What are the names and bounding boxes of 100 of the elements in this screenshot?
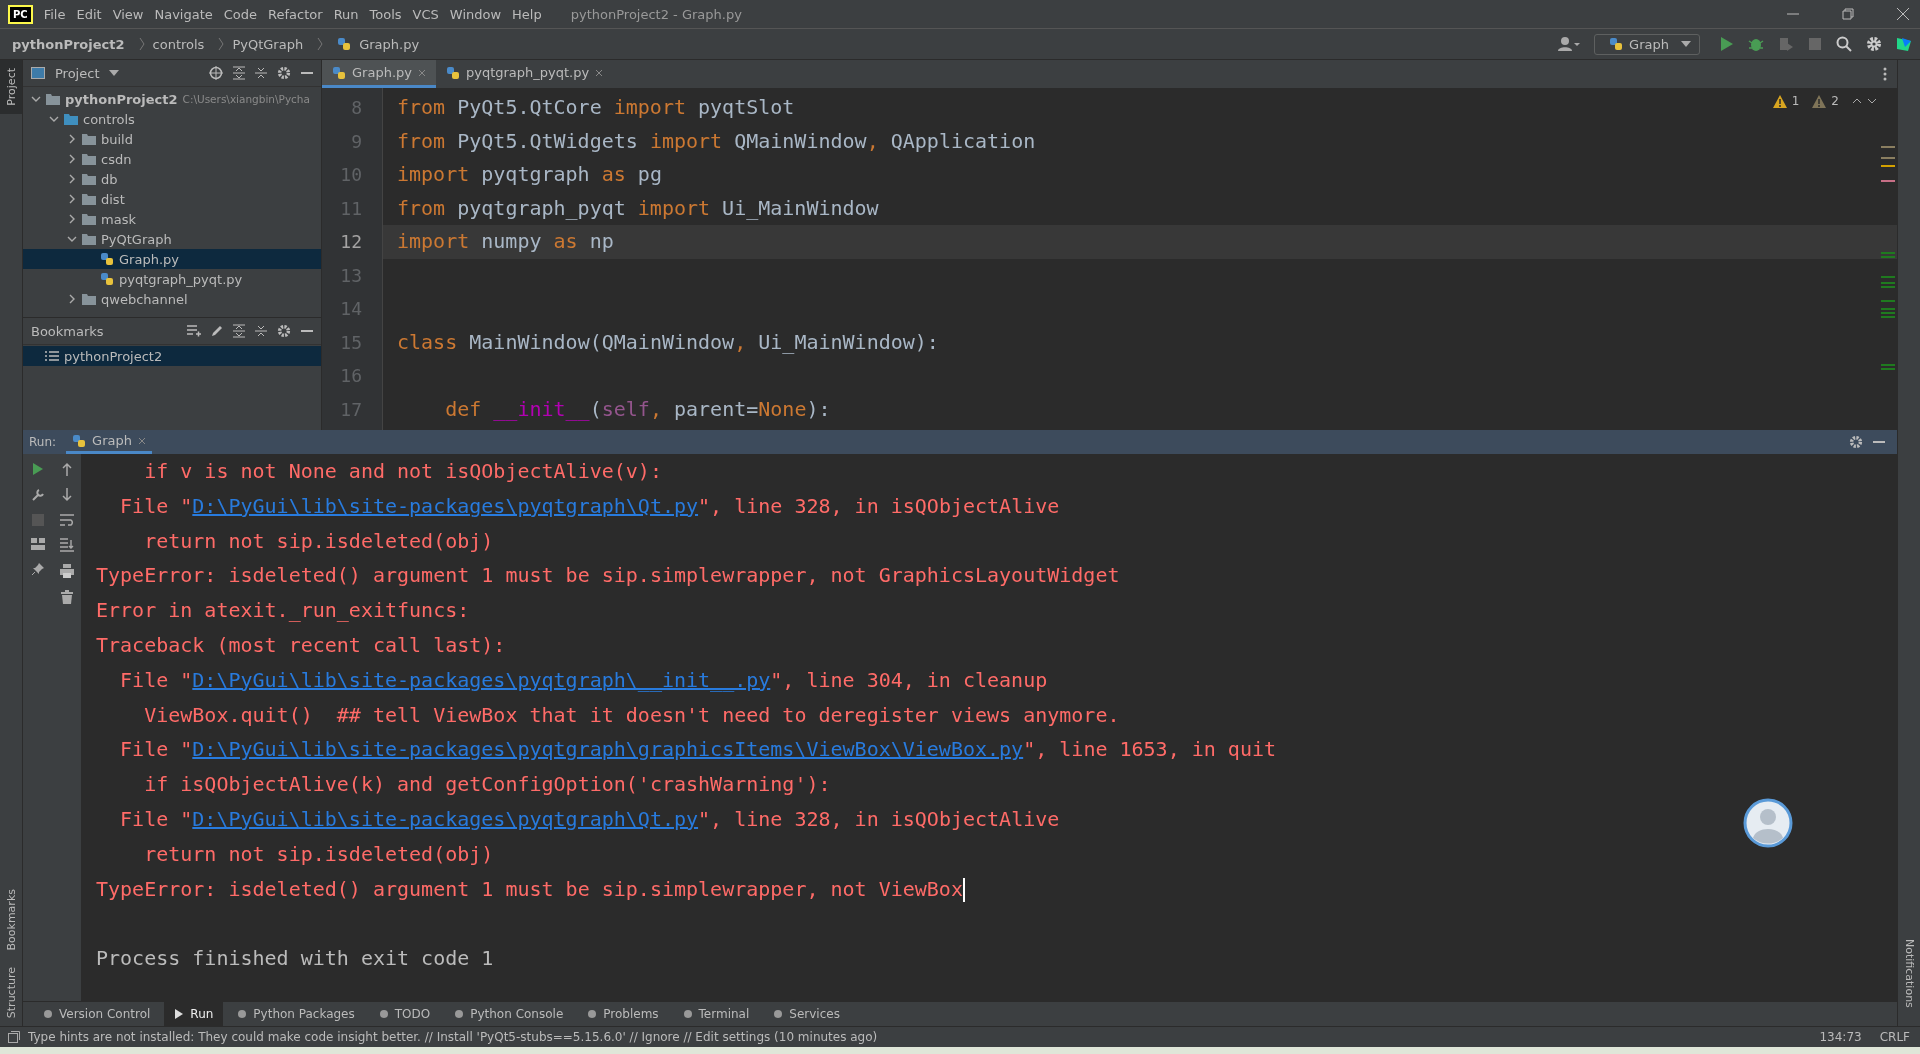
chevron-icon[interactable] [67, 234, 77, 244]
warning-icon[interactable] [1772, 94, 1787, 108]
status-message[interactable]: Type hints are not installed: They could make code insight better. // Install 'PyQt5-stubs==5.15.6.0' // Ignore // Edit settings (10 minutes ago) [28, 1030, 878, 1044]
chevron-icon[interactable] [67, 134, 77, 144]
tree-item[interactable]: PyQtGraph [23, 229, 321, 249]
settings-icon[interactable] [1866, 36, 1882, 52]
scroll-end-icon[interactable] [59, 538, 74, 552]
breadcrumb[interactable]: pythonProject2 [12, 36, 125, 52]
bug-icon[interactable] [1748, 36, 1764, 52]
settings-icon[interactable] [277, 324, 291, 338]
tree-item[interactable]: controls [23, 109, 321, 129]
restore-icon[interactable] [1841, 7, 1855, 21]
menu-item[interactable]: View [112, 6, 144, 22]
tool-window-tab[interactable]: Problems [577, 1002, 669, 1026]
bookmark-item[interactable]: pythonProject2 [23, 346, 321, 366]
up-chevron-icon[interactable] [1852, 98, 1862, 104]
chevron-icon[interactable] [49, 114, 59, 124]
tree-item[interactable]: dist [23, 189, 321, 209]
tool-window-button[interactable]: Structure [0, 958, 22, 1026]
expand-all-icon[interactable] [233, 66, 245, 80]
chevron-icon[interactable] [67, 154, 77, 164]
chevron-icon[interactable] [67, 194, 77, 204]
file-link[interactable]: D:\PyGui\lib\site-packages\pyqtgraph\Qt.py [192, 493, 699, 518]
up-arrow-icon[interactable] [61, 462, 72, 476]
target-icon[interactable] [209, 66, 223, 80]
expand-all-icon[interactable] [233, 324, 245, 338]
panel-title[interactable]: Project [55, 65, 100, 81]
avatar-icon[interactable] [1743, 798, 1793, 848]
file-link[interactable]: D:\PyGui\lib\site-packages\pyqtgraph\graphicsItems\ViewBox\ViewBox.py [192, 737, 1024, 762]
file-link[interactable]: D:\PyGui\lib\site-packages\pyqtgraph\Qt.py [192, 806, 699, 831]
trash-icon[interactable] [60, 590, 73, 604]
tree-item[interactable]: build [23, 129, 321, 149]
wrench-icon[interactable] [30, 488, 45, 502]
menu-item[interactable]: Help [512, 6, 542, 22]
tool-window-button[interactable]: Notifications [1898, 931, 1920, 1016]
menu-item[interactable]: Edit [76, 6, 102, 22]
menu-item[interactable]: Window [449, 6, 502, 22]
collapse-all-icon[interactable] [255, 66, 267, 80]
editor-tab[interactable]: Graph.py [322, 60, 436, 88]
tree-item[interactable]: db [23, 169, 321, 189]
tool-window-tab[interactable]: Python Console [444, 1002, 574, 1026]
close-icon[interactable] [137, 436, 146, 445]
breadcrumb[interactable]: PyQtGraph [232, 36, 304, 52]
menu-item[interactable]: Navigate [154, 6, 213, 22]
tool-window-button[interactable]: Project [0, 60, 22, 114]
pin-icon[interactable] [30, 562, 45, 576]
pencil-icon[interactable] [211, 325, 223, 337]
down-arrow-icon[interactable] [61, 488, 72, 502]
tool-window-tab[interactable]: Version Control [33, 1002, 161, 1026]
run-icon[interactable] [31, 462, 44, 476]
menu-item[interactable]: Run [333, 6, 359, 22]
file-link[interactable]: D:\PyGui\lib\site-packages\pyqtgraph\__init__.py [192, 667, 771, 692]
warning-icon[interactable] [1812, 94, 1827, 108]
tree-item[interactable]: pythonProject2 C:\Users\xiangbin\Pycha [23, 89, 321, 109]
menu-item[interactable]: VCS [412, 6, 439, 22]
close-icon[interactable] [1896, 7, 1910, 21]
warning-count[interactable]: 1 [1791, 94, 1800, 108]
collapse-all-icon[interactable] [255, 324, 267, 338]
print-icon[interactable] [59, 564, 74, 578]
menu-item[interactable]: Refactor [268, 6, 323, 22]
close-icon[interactable] [595, 68, 604, 77]
add-list-icon[interactable] [187, 325, 201, 337]
caret-position[interactable]: 134:73 [1819, 1030, 1862, 1044]
menu-item[interactable]: File [43, 6, 66, 22]
more-icon[interactable] [1883, 67, 1887, 81]
tool-window-tab[interactable]: Run [164, 1002, 224, 1026]
chevron-icon[interactable] [31, 94, 41, 104]
menu-item[interactable]: Code [223, 6, 258, 22]
tool-window-tab[interactable]: TODO [368, 1002, 441, 1026]
tree-item[interactable]: qwebchannel [23, 289, 321, 307]
status-icon[interactable] [8, 1031, 20, 1043]
breadcrumb[interactable]: controls [152, 36, 205, 52]
tree-item[interactable]: mask [23, 209, 321, 229]
breadcrumb[interactable]: Graph.py [359, 36, 420, 52]
code-line: from PyQt5.QtWidgets import QMainWindow, QApplication [397, 128, 1036, 153]
chevron-icon[interactable] [67, 214, 77, 224]
chevron-icon[interactable] [67, 294, 77, 304]
line-separator[interactable]: CRLF [1879, 1030, 1910, 1044]
tool-window-tab[interactable]: Terminal [672, 1002, 760, 1026]
menu-item[interactable]: Tools [369, 6, 402, 22]
settings-icon[interactable] [1849, 435, 1863, 449]
warning-count[interactable]: 2 [1831, 94, 1839, 108]
tool-window-button[interactable]: Bookmarks [0, 881, 22, 959]
tree-item[interactable]: Graph.py [23, 249, 321, 269]
caret-icon[interactable] [109, 70, 120, 76]
tree-item[interactable]: pyqtgraph_pyqt.py [23, 269, 321, 289]
tree-item[interactable]: csdn [23, 149, 321, 169]
tool-window-tab[interactable]: Services [763, 1002, 850, 1026]
chevron-icon[interactable] [67, 174, 77, 184]
soft-wrap-icon[interactable] [59, 514, 74, 526]
layout-icon[interactable] [30, 538, 45, 550]
user-icon[interactable] [1558, 36, 1581, 52]
down-chevron-icon[interactable] [1867, 98, 1877, 104]
toolbox-logo-icon[interactable] [1896, 36, 1912, 52]
tool-window-tab[interactable]: Python Packages [227, 1002, 365, 1026]
settings-icon[interactable] [277, 66, 291, 80]
search-icon[interactable] [1836, 36, 1852, 52]
run-icon[interactable] [1720, 36, 1734, 52]
run-config-dropdown[interactable]: Graph [1594, 33, 1700, 55]
editor-tab[interactable]: pyqtgraph_pyqt.py [435, 60, 614, 88]
